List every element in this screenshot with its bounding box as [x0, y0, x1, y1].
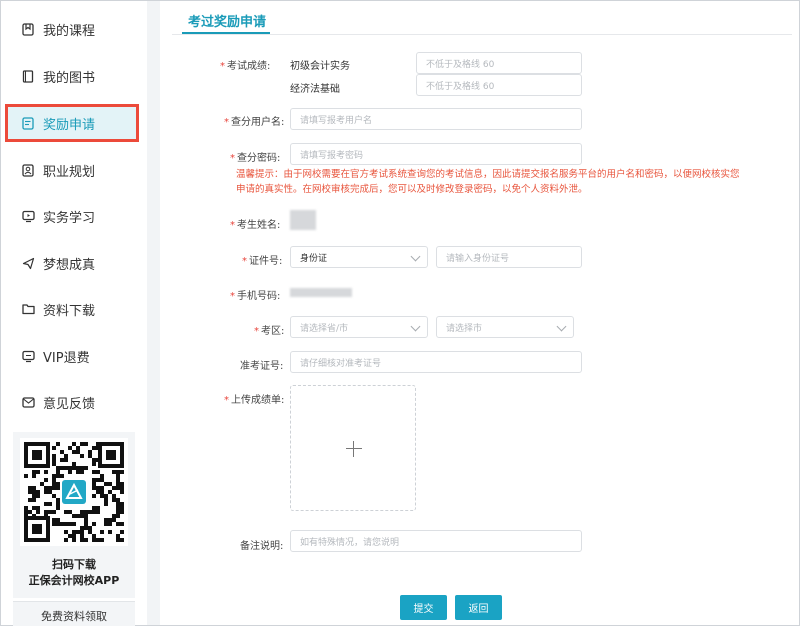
paper-plane-icon	[21, 256, 35, 270]
sidebar-item-label: 奖励申请	[43, 117, 96, 133]
submit-button[interactable]: 提交	[400, 595, 447, 620]
app-download-panel: 扫码下载 正保会计网校APP	[13, 432, 135, 598]
bookmark-icon	[21, 22, 35, 36]
sidebar-item-label: 资料下载	[43, 303, 96, 319]
sidebar-item-label: 我的课程	[43, 23, 96, 39]
transcript-upload-area[interactable]	[290, 385, 416, 511]
remark-label: 备注说明:	[240, 541, 284, 552]
subject2-label: 经济法基础	[290, 84, 340, 95]
city-select[interactable]: 请选择市	[436, 316, 574, 338]
phone-label: * 手机号码:	[230, 291, 281, 302]
screen-icon	[21, 349, 35, 363]
mail-icon	[21, 395, 35, 409]
score-label: * 考试成绩:	[220, 61, 271, 72]
query-user-input[interactable]: 请填写报考用户名	[290, 108, 582, 130]
sidebar-item-label: 梦想成真	[43, 257, 96, 273]
sidebar-item-practice[interactable]: 实务学习	[7, 199, 137, 233]
form-icon	[21, 116, 35, 130]
qr-caption-line1: 扫码下载	[52, 558, 96, 571]
chevron-down-icon	[410, 321, 421, 332]
monitor-icon	[21, 209, 35, 223]
book-icon	[21, 69, 35, 83]
id-number-input[interactable]: 请输入身份证号	[436, 246, 582, 268]
subject1-score-input[interactable]: 不低于及格线 60	[416, 52, 582, 74]
required-mark: *	[220, 61, 225, 72]
tab-reward-apply[interactable]: 考过奖励申请	[188, 11, 266, 30]
sidebar-item-reward-apply[interactable]: 奖励申请	[5, 104, 139, 142]
required-mark: *	[224, 395, 229, 406]
sidebar-item-feedback[interactable]: 意见反馈	[7, 385, 137, 419]
sidebar-item-dream[interactable]: 梦想成真	[7, 246, 137, 280]
chevron-down-icon	[556, 321, 567, 332]
subject2-score-input[interactable]: 不低于及格线 60	[416, 74, 582, 96]
candidate-name-label: * 考生姓名:	[230, 220, 281, 231]
plus-icon	[346, 448, 362, 449]
required-mark: *	[230, 153, 235, 164]
required-mark: *	[224, 117, 229, 128]
sidebar: 我的课程 我的图书 奖励申请 职业规划 实务学习 梦想成真 资料下载 VIP退费…	[1, 1, 147, 626]
candidate-name-value-redacted	[290, 210, 316, 230]
main-panel: 考过奖励申请 * 考试成绩: 初级会计实务 不低于及格线 60 经济法基础 不低于…	[160, 1, 799, 625]
sidebar-item-vip-refund[interactable]: VIP退费	[7, 339, 137, 373]
admission-ticket-input[interactable]: 请仔细核对准考证号	[290, 351, 582, 373]
qr-code[interactable]	[20, 438, 128, 546]
free-materials-link[interactable]: 免费资料领取	[13, 601, 135, 626]
id-number-label: * 证件号:	[242, 256, 283, 267]
sidebar-item-label: 意见反馈	[43, 396, 96, 412]
sidebar-item-label: VIP退费	[43, 350, 90, 366]
required-mark: *	[230, 220, 235, 231]
chevron-down-icon	[410, 251, 421, 262]
folder-icon	[21, 302, 35, 316]
plus-icon-vertical	[353, 441, 354, 457]
back-button[interactable]: 返回	[455, 595, 502, 620]
tab-divider	[172, 34, 792, 35]
sidebar-item-career-plan[interactable]: 职业规划	[7, 153, 137, 187]
remark-textarea[interactable]: 如有特殊情况，请您说明	[290, 530, 582, 552]
sidebar-item-label: 我的图书	[43, 70, 96, 86]
sidebar-item-my-books[interactable]: 我的图书	[7, 59, 137, 93]
badge-icon	[21, 163, 35, 177]
exam-area-label: * 考区:	[254, 326, 285, 337]
sidebar-item-my-courses[interactable]: 我的课程	[7, 12, 137, 46]
id-type-select[interactable]: 身份证	[290, 246, 428, 268]
upload-transcript-label: * 上传成绩单:	[224, 395, 285, 406]
admission-ticket-label: 准考证号:	[240, 361, 284, 372]
query-password-label: * 查分密码:	[230, 153, 281, 164]
province-select[interactable]: 请选择省/市	[290, 316, 428, 338]
subject1-label: 初级会计实务	[290, 61, 350, 72]
qr-caption-line2: 正保会计网校APP	[28, 574, 120, 587]
required-mark: *	[242, 256, 247, 267]
sidebar-item-downloads[interactable]: 资料下载	[7, 292, 137, 326]
phone-value-redacted	[290, 288, 352, 297]
query-user-label: * 查分用户名:	[224, 117, 285, 128]
required-mark: *	[230, 291, 235, 302]
query-password-input[interactable]: 请填写报考密码	[290, 143, 582, 165]
sidebar-item-label: 实务学习	[43, 210, 96, 226]
sidebar-item-label: 职业规划	[43, 164, 96, 180]
required-mark: *	[254, 326, 259, 337]
warm-tip-text: 温馨提示：由于网校需要在官方考试系统查询您的考试信息，因此请提交报名服务平台的用…	[236, 169, 740, 195]
